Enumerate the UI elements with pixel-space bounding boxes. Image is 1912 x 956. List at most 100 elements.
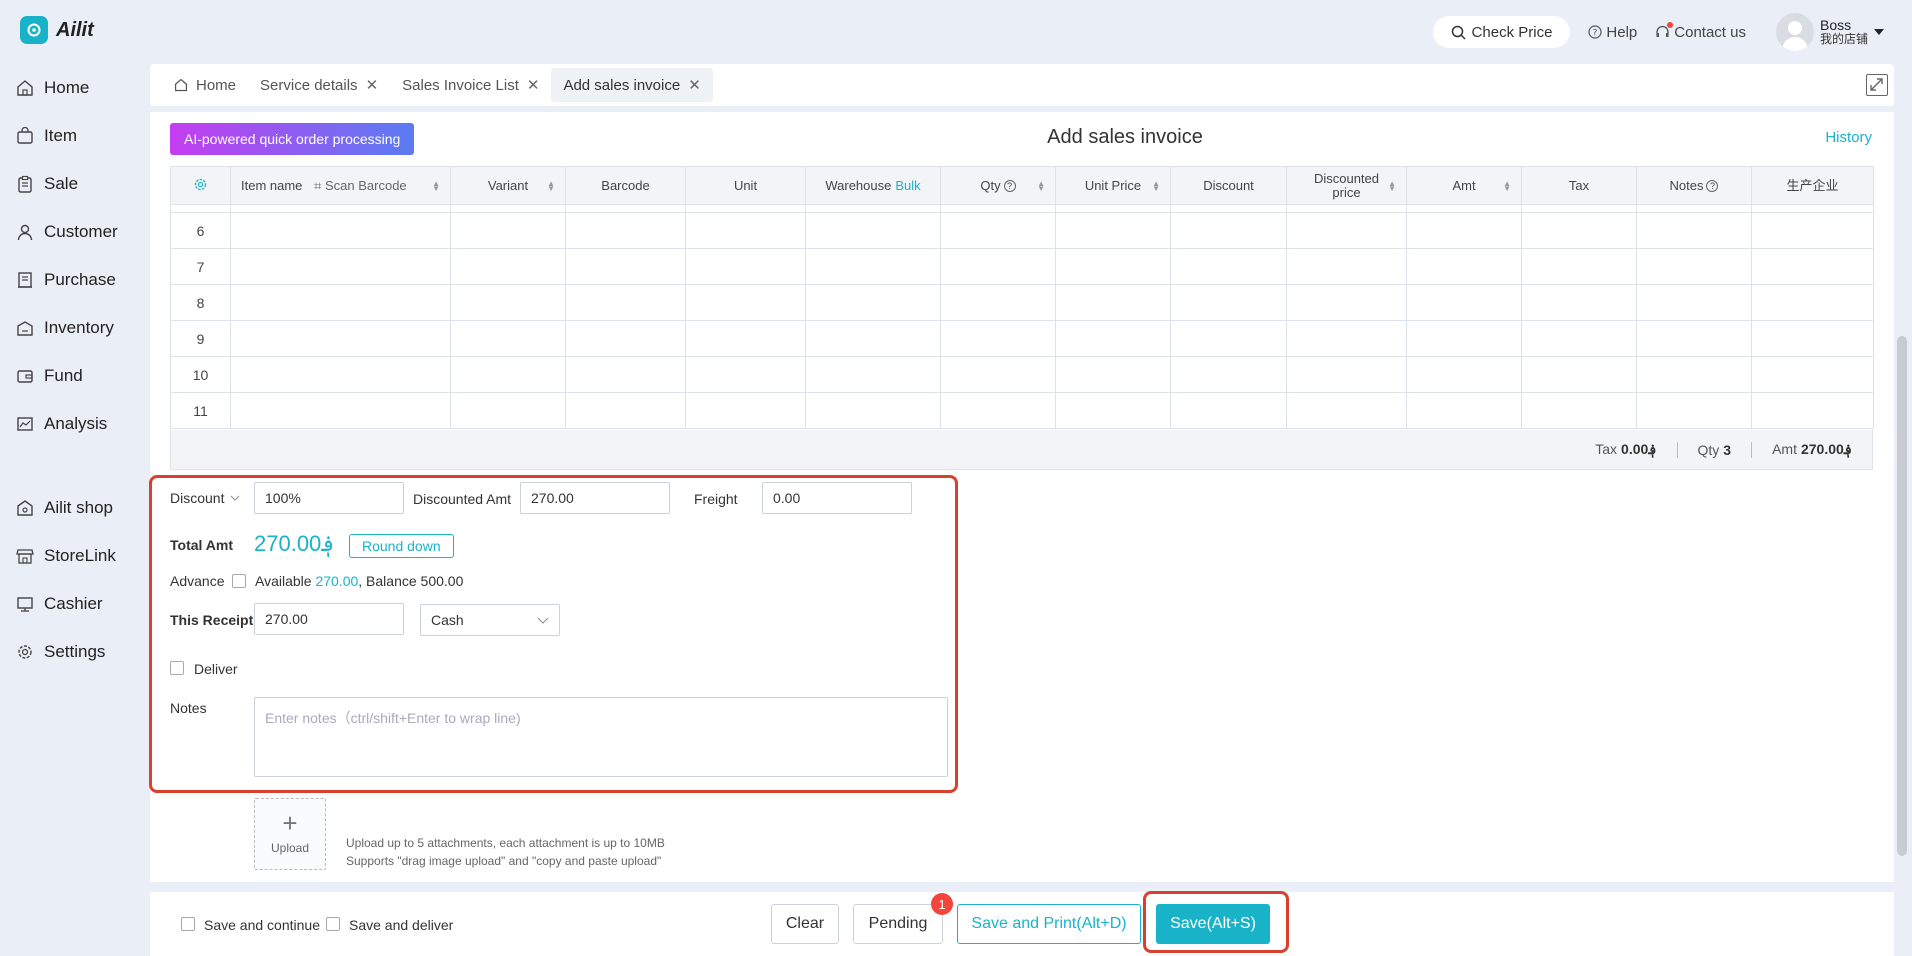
freight-input[interactable]: 0.00	[762, 482, 912, 514]
app-name: Ailit	[56, 18, 94, 41]
available-label: Available	[255, 573, 312, 589]
question-circle-icon[interactable]: ?	[1003, 179, 1016, 192]
store-name: 我的店铺	[1819, 32, 1868, 47]
fullscreen-icon[interactable]	[1866, 74, 1888, 96]
tab-sales-invoice-list[interactable]: Sales Invoice List ✕	[390, 68, 551, 102]
sidebar-item-sale[interactable]: Sale	[0, 160, 148, 208]
header-label: Variant	[487, 177, 529, 193]
header-label: Qty	[980, 177, 1001, 193]
sidebar-item-cashier[interactable]: Cashier	[0, 580, 148, 628]
total-amt-value: 270.00؋	[254, 531, 335, 556]
svg-text:?: ?	[1593, 29, 1598, 39]
sidebar-item-ailit-shop[interactable]: Ailit shop	[0, 484, 148, 532]
question-circle-icon[interactable]: ?	[1706, 179, 1719, 192]
wallet-icon	[17, 370, 33, 383]
save-continue-checkbox[interactable]	[181, 917, 195, 931]
amt-total: Amt 270.00؋	[1772, 441, 1852, 458]
sidebar-item-storelink[interactable]: StoreLink	[0, 532, 148, 580]
notes-label: Notes	[170, 700, 207, 716]
payment-method-select[interactable]: Cash	[420, 604, 560, 636]
sort-icon[interactable]: ▲ ▼	[1503, 180, 1511, 193]
sidebar-item-inventory[interactable]: Inventory	[0, 304, 148, 352]
upload-button[interactable]: + Upload	[254, 798, 326, 870]
save-and-print-button[interactable]: Save and Print(Alt+D)	[957, 904, 1141, 944]
sidebar-item-label: Ailit shop	[44, 498, 113, 517]
sidebar-item-fund[interactable]: Fund	[0, 352, 148, 400]
notes-textarea[interactable]: Enter notes（ctrl/shift+Enter to wrap lin…	[254, 697, 948, 777]
help-label: Help	[1606, 23, 1638, 41]
tab-add-sales-invoice[interactable]: Add sales invoice ✕	[551, 68, 713, 102]
save-deliver-label: Save and deliver	[349, 917, 454, 933]
sort-icon[interactable]: ▲ ▼	[1152, 180, 1160, 193]
discount-label: Discount	[170, 490, 225, 506]
sidebar-item-label: Cashier	[44, 594, 103, 613]
advance-label: Advance	[170, 573, 225, 589]
vertical-scrollbar[interactable]	[1897, 336, 1907, 856]
table-row[interactable]: 9	[170, 320, 1874, 357]
save-deliver-checkbox[interactable]	[326, 917, 340, 931]
close-icon[interactable]: ✕	[366, 76, 379, 94]
round-down-button[interactable]: Round down	[349, 534, 454, 558]
tab-service-details[interactable]: Service details ✕	[248, 68, 390, 102]
table-row[interactable]: 7	[170, 248, 1874, 285]
deliver-checkbox[interactable]	[170, 661, 184, 675]
header-label: Amt	[1452, 177, 1476, 193]
discounted-amt-input[interactable]: 270.00	[520, 482, 670, 514]
sort-icon[interactable]: ▲ ▼	[547, 180, 555, 193]
sidebar-item-settings[interactable]: Settings	[0, 628, 148, 676]
app-logo[interactable]: Ailit	[20, 16, 94, 44]
clipboard-icon	[18, 175, 32, 193]
sidebar-item-customer[interactable]: Customer	[0, 208, 148, 256]
upload-label: Upload	[270, 841, 310, 855]
sort-icon[interactable]: ▲ ▼	[1037, 180, 1045, 193]
tax-total-value: 0.00؋	[1621, 441, 1657, 457]
history-link[interactable]: History	[1825, 129, 1872, 146]
sort-icon[interactable]: ▲ ▼	[1388, 180, 1396, 193]
table-row[interactable]: 8	[170, 284, 1874, 321]
sidebar-item-analysis[interactable]: Analysis	[0, 400, 148, 448]
contact-link[interactable]: Contact us	[1655, 21, 1746, 41]
sort-icon[interactable]: ▲ ▼	[432, 180, 440, 193]
discount-header: Discount	[1170, 166, 1287, 205]
close-icon[interactable]: ✕	[688, 76, 701, 94]
discount-input[interactable]: 100%	[254, 482, 404, 514]
header-label: Unit	[733, 177, 758, 193]
scan-barcode-button[interactable]: ⌗ Scan Barcode	[314, 178, 407, 193]
barcode-header: Barcode	[565, 166, 686, 205]
user-menu[interactable]: Boss 我的店铺	[1775, 13, 1884, 51]
check-price-button[interactable]: Check Price	[1432, 16, 1571, 48]
variant-header[interactable]: Variant ▲ ▼	[450, 166, 566, 205]
notes-header: Notes?	[1636, 166, 1752, 205]
sidebar-item-home[interactable]: Home	[0, 64, 148, 112]
table-row[interactable]: 11	[170, 392, 1874, 429]
qty-header[interactable]: Qty? ▲ ▼	[940, 166, 1056, 205]
clear-button[interactable]: Clear	[771, 904, 839, 944]
tab-home[interactable]: Home	[162, 68, 248, 102]
bulk-warehouse-link[interactable]: Bulk	[895, 178, 920, 193]
header-label: Discounted price	[1313, 170, 1380, 200]
row-number: 10	[170, 356, 231, 393]
pending-button[interactable]: Pending	[853, 904, 943, 944]
scan-barcode-label: Scan Barcode	[325, 177, 407, 193]
logo-icon	[20, 16, 48, 44]
help-link[interactable]: ? Help	[1588, 24, 1637, 41]
tab-label: Add sales invoice	[563, 76, 681, 94]
item-name-header[interactable]: Item name ⌗ Scan Barcode ▲ ▼	[230, 166, 451, 205]
totals-bar: Tax 0.00؋ Qty 3 Amt 270.00؋	[170, 430, 1873, 470]
manufacturer-header: 生产企业	[1751, 166, 1874, 205]
shop-icon	[17, 500, 33, 516]
this-receipt-input[interactable]: 270.00	[254, 603, 404, 635]
discount-type-select[interactable]: Discount	[170, 490, 240, 506]
pending-count-badge: 1	[931, 893, 953, 915]
sidebar-item-purchase[interactable]: Purchase	[0, 256, 148, 304]
discounted-price-header[interactable]: Discounted price ▲ ▼	[1286, 166, 1407, 205]
column-settings-header[interactable]	[170, 166, 231, 205]
close-icon[interactable]: ✕	[527, 76, 540, 94]
table-row[interactable]: 6	[170, 212, 1874, 249]
invoice-items-table: Item name ⌗ Scan Barcode ▲ ▼ Variant ▲ ▼ Ba…	[170, 166, 1874, 429]
table-row[interactable]: 10	[170, 356, 1874, 393]
receipt-icon	[18, 272, 32, 288]
amt-header[interactable]: Amt ▲ ▼	[1406, 166, 1522, 205]
advance-checkbox[interactable]	[232, 574, 246, 588]
unit-price-header[interactable]: Unit Price ▲ ▼	[1055, 166, 1171, 205]
